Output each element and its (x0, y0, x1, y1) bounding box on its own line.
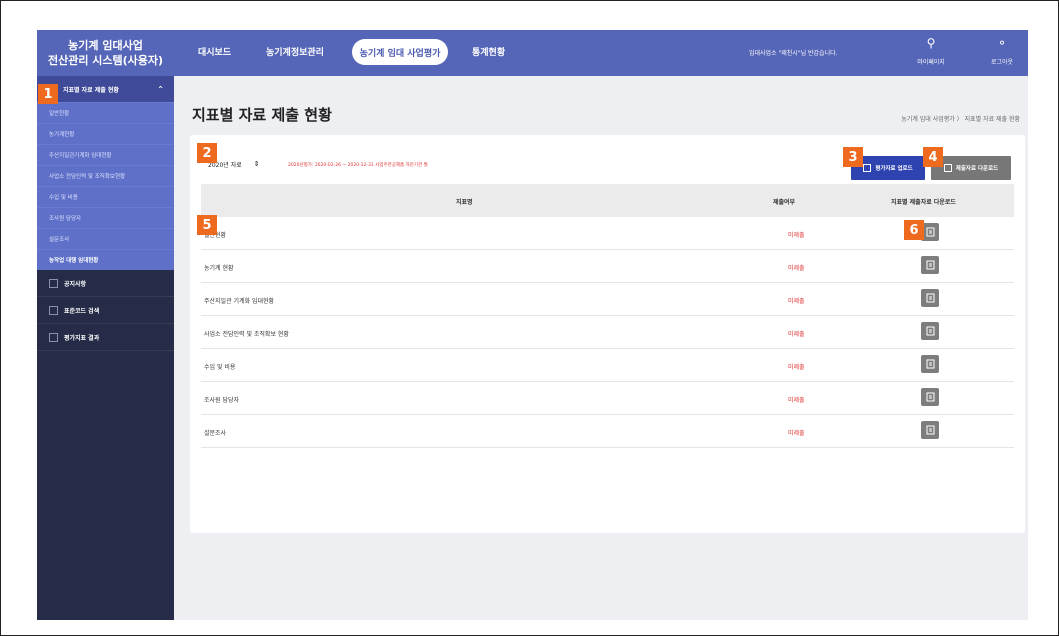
table-row: 주산지일관 기계화 임대현황 미제출 (201, 283, 1014, 316)
sidebar-item-active[interactable]: 농작업 대행 임대현황 (37, 249, 174, 270)
sidebar-item-label: 표준코드 검색 (64, 307, 100, 315)
page-title: 지표별 자료 제출 현황 (192, 106, 332, 124)
lock-icon[interactable]: ⚬ (982, 36, 1022, 50)
sidebar: 농기계 임대사업 전산관리 시스템(사용자) 지표별 자료 제출 현황 ⌃ 일반… (37, 30, 174, 620)
file-download-icon[interactable] (921, 322, 939, 340)
user-icon[interactable]: ⚲ (911, 36, 951, 50)
content-card: 2020년 자료 ⇕ 2020년평가: 2020-02-26 ~ 2020-12… (190, 135, 1025, 533)
sidebar-group-submission: 지표별 자료 제출 현황 ⌃ 일반현황 농기계현황 주산지일관기계화 임대현황 … (37, 76, 174, 270)
sidebar-item[interactable]: 주산지일관기계화 임대현황 (37, 144, 174, 165)
download-button-label: 제출자료 다운로드 (955, 166, 999, 172)
row-status: 미제출 (788, 298, 805, 305)
callout-badge-1: 1 (38, 84, 58, 104)
row-indicator-name: 수입 및 비용 (204, 364, 236, 371)
row-indicator-name: 조사원 담당자 (204, 397, 240, 404)
row-status: 미제출 (788, 232, 805, 239)
sidebar-item[interactable]: 사업소 전담인력 및 조직확보현황 (37, 165, 174, 186)
table-row: 설문조사 미제출 (201, 415, 1014, 448)
top-navigation: 대시보드 농기계정보관리 농기계 임대 사업평가 통계현황 임대사업소 "제천시… (174, 30, 1028, 76)
callout-badge-2: 2 (197, 143, 217, 163)
sidebar-item-eval-result[interactable]: 평가지표 결과 (37, 324, 174, 351)
sidebar-item[interactable]: 설문조사 (37, 228, 174, 249)
sidebar-item-code-search[interactable]: 표준코드 검색 (37, 297, 174, 324)
row-indicator-name: 주산지일관 기계화 임대현황 (204, 298, 275, 305)
table-row: 사업소 전담인력 및 조직확보 현황 미제출 (201, 316, 1014, 349)
welcome-message: 임대사업소 "제천시"님 반갑습니다. (749, 50, 838, 57)
callout-badge-6: 6 (904, 220, 924, 240)
row-status: 미제출 (788, 331, 805, 338)
row-status: 미제출 (788, 397, 805, 404)
chevron-up-icon: ⌃ (157, 84, 164, 94)
row-indicator-name: 설문조사 (204, 430, 227, 437)
sidebar-item[interactable]: 조사원 담당자 (37, 207, 174, 228)
callout-badge-3: 3 (843, 147, 863, 167)
row-indicator-name: 사업소 전담인력 및 조직확보 현황 (204, 331, 289, 338)
sidebar-item-notice[interactable]: 공지사항 (37, 270, 174, 297)
column-header-status: 제출여부 (773, 199, 796, 206)
sidebar-item[interactable]: 농기계현황 (37, 123, 174, 144)
sidebar-item-label: 공지사항 (64, 280, 87, 288)
callout-badge-5: 5 (197, 215, 217, 235)
sidebar-group-label: 지표별 자료 제출 현황 (63, 86, 119, 94)
file-download-icon[interactable] (921, 256, 939, 274)
callout-badge-4: 4 (923, 147, 943, 167)
select-arrows-icon: ⇕ (253, 160, 260, 168)
sidebar-item[interactable]: 수입 및 비용 (37, 186, 174, 207)
nav-machine-info[interactable]: 농기계정보관리 (266, 45, 324, 58)
evaluation-period-note: 2020년평가: 2020-02-26 ~ 2020-12-31 사업주관공제품… (288, 163, 428, 168)
table-row: 농기계 현황 미제출 (201, 250, 1014, 283)
file-download-icon[interactable] (921, 289, 939, 307)
menu-square-icon (49, 305, 58, 315)
file-download-icon[interactable] (921, 388, 939, 406)
table-header: 지표명 제출여부 지표별 제출자료 다운로드 (201, 184, 1014, 217)
sidebar-item-label: 평가지표 결과 (64, 334, 100, 342)
app-title[interactable]: 농기계 임대사업 전산관리 시스템(사용자) (37, 30, 174, 76)
upload-button-label: 평가자료 업로드 (875, 166, 913, 172)
sidebar-item[interactable]: 일반현황 (37, 102, 174, 123)
year-select[interactable]: 2020년 자료 ⇕ (208, 155, 280, 173)
download-icon (943, 164, 952, 172)
app-title-line1: 농기계 임대사업 (68, 39, 143, 52)
mypage-link[interactable]: 마이페이지 (911, 57, 951, 66)
nav-evaluation-active[interactable]: 농기계 임대 사업평가 (352, 39, 448, 65)
table-row: 조사원 담당자 미제출 (201, 382, 1014, 415)
nav-dashboard[interactable]: 대시보드 (198, 45, 231, 58)
menu-square-icon (49, 278, 58, 288)
column-header-download: 지표별 제출자료 다운로드 (891, 199, 956, 206)
breadcrumb: 농기계 임대 사업평가 〉 지표별 자료 제출 현황 (901, 116, 1020, 123)
table-row: 수입 및 비용 미제출 (201, 349, 1014, 382)
column-header-indicator: 지표명 (456, 199, 473, 206)
file-download-icon[interactable] (921, 355, 939, 373)
row-status: 미제출 (788, 430, 805, 437)
table-row: 일반현황 미제출 (201, 217, 1014, 250)
menu-square-icon (49, 332, 58, 342)
row-status: 미제출 (788, 265, 805, 272)
row-indicator-name: 농기계 현황 (204, 265, 234, 272)
app-title-line2: 전산관리 시스템(사용자) (47, 54, 164, 67)
nav-statistics[interactable]: 통계현황 (472, 45, 505, 58)
main-content: 지표별 자료 제출 현황 농기계 임대 사업평가 〉 지표별 자료 제출 현황 … (174, 76, 1028, 620)
sidebar-sub-list: 일반현황 농기계현황 주산지일관기계화 임대현황 사업소 전담인력 및 조직확보… (37, 102, 174, 270)
download-button[interactable]: 제출자료 다운로드 (931, 156, 1011, 180)
upload-icon (863, 164, 872, 172)
logout-link[interactable]: 로그아웃 (982, 57, 1022, 66)
file-download-icon[interactable] (921, 421, 939, 439)
row-status: 미제출 (788, 364, 805, 371)
